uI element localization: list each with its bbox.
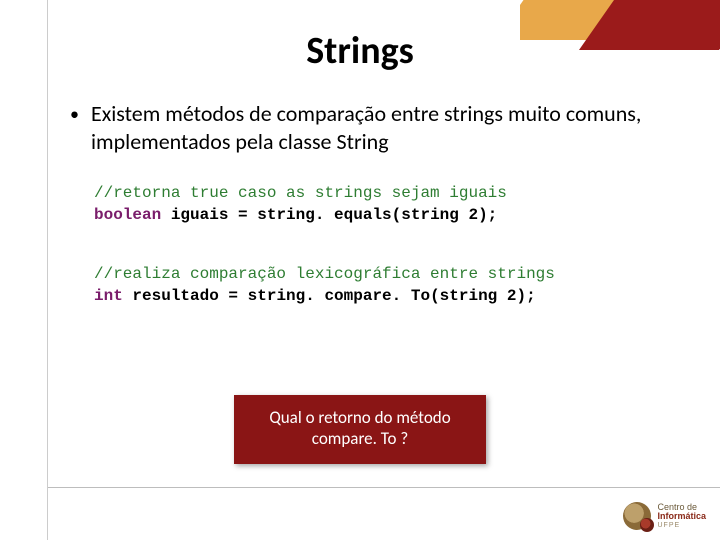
bullet-text: Existem métodos de comparação entre stri… <box>91 100 670 155</box>
code-keyword: boolean <box>94 206 161 224</box>
logo-line2: Informática <box>657 512 706 521</box>
code-comment: //retorna true caso as strings sejam igu… <box>94 183 670 205</box>
code-keyword: int <box>94 287 123 305</box>
slide-title: Strings <box>0 28 720 74</box>
code-line: int resultado = string. compare. To(stri… <box>94 286 670 308</box>
code-line: boolean iguais = string. equals(string 2… <box>94 205 670 227</box>
code-comment: //realiza comparação lexicográfica entre… <box>94 264 670 286</box>
left-margin-band <box>0 0 48 540</box>
bullet-item: • Existem métodos de comparação entre st… <box>70 100 670 155</box>
code-rest: resultado = string. compare. To(string 2… <box>123 287 536 305</box>
logo-line3: UFPE <box>657 522 706 529</box>
bullet-dot-icon: • <box>70 100 79 128</box>
code-rest: iguais = string. equals(string 2); <box>161 206 497 224</box>
content-area: • Existem métodos de comparação entre st… <box>70 100 670 307</box>
logo-text: Centro de Informática UFPE <box>657 503 706 529</box>
footer-logo: Centro de Informática UFPE <box>623 502 706 530</box>
callout-box: Qual o retorno do método compare. To ? <box>234 395 486 464</box>
footer-divider <box>48 487 720 488</box>
gear-icon <box>623 502 651 530</box>
code-block-1: //retorna true caso as strings sejam igu… <box>94 183 670 226</box>
code-block-2: //realiza comparação lexicográfica entre… <box>94 264 670 307</box>
